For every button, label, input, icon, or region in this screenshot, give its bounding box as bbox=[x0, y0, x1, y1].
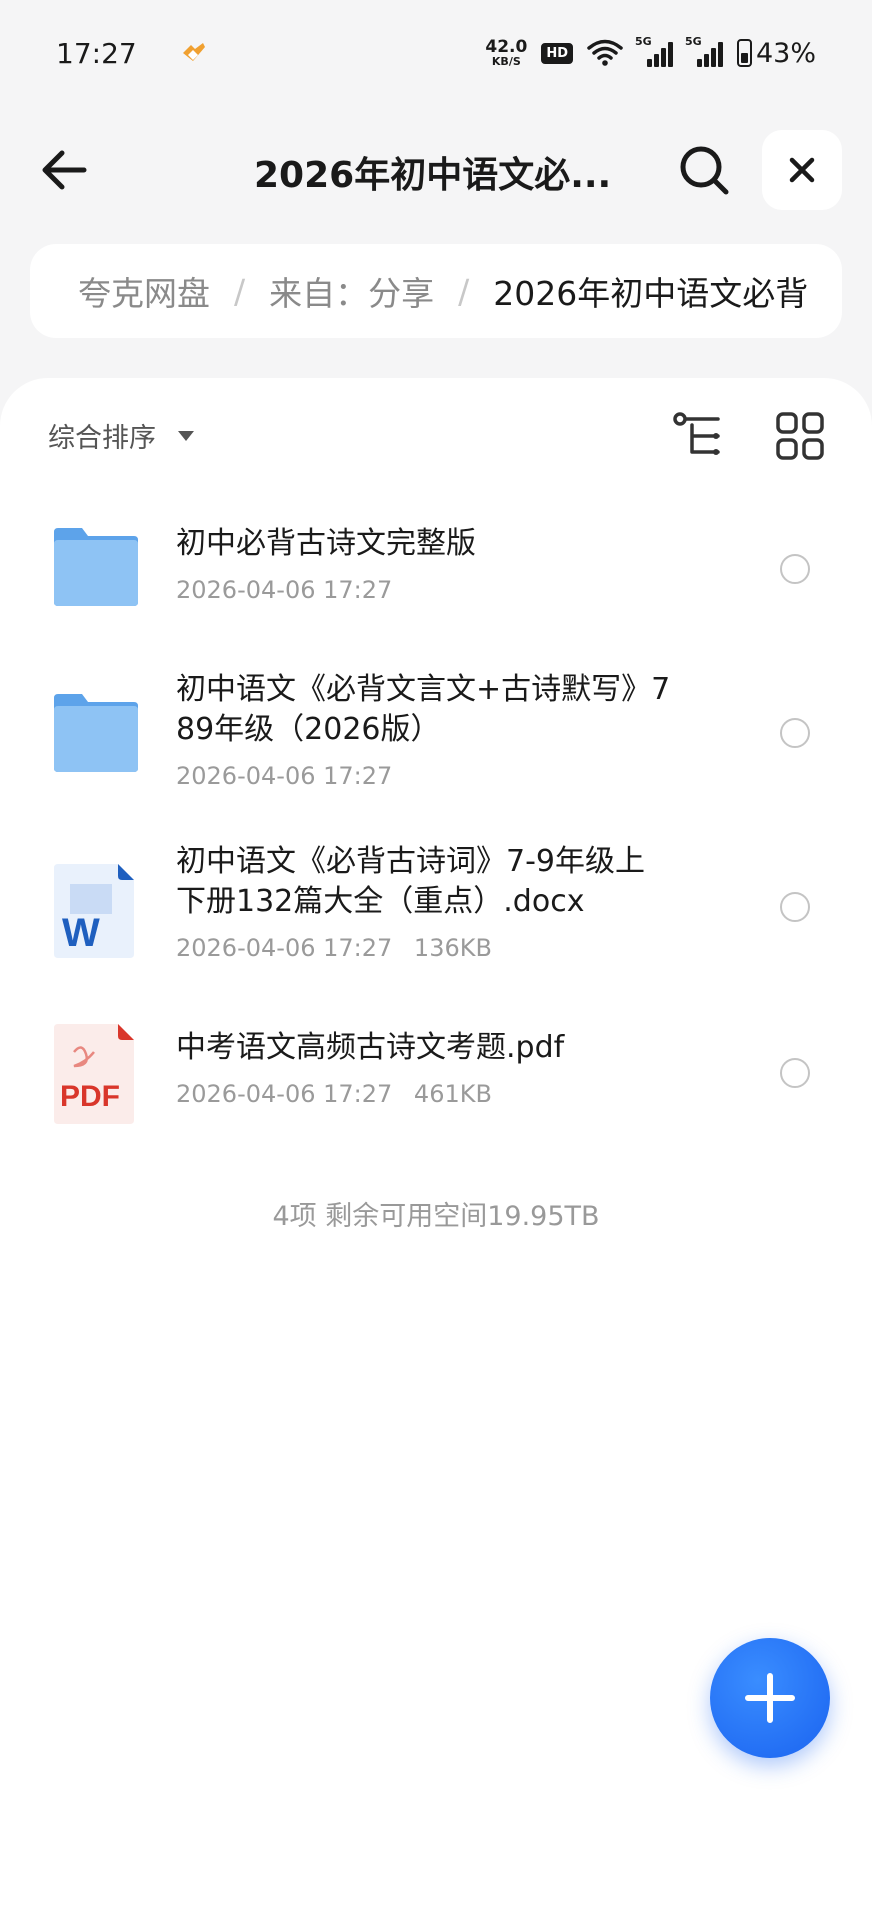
hd-badge: HD bbox=[541, 42, 573, 64]
file-meta: 2026-04-06 17:27 136KB bbox=[176, 934, 492, 962]
net-speed: 42.0 KB/S bbox=[485, 37, 528, 68]
back-button[interactable] bbox=[36, 140, 96, 200]
file-name: 初中语文《必背古诗词》7-9年级上 下册132篇大全（重点）.docx bbox=[176, 844, 645, 919]
sim2-label: 5G bbox=[684, 35, 702, 48]
search-button[interactable] bbox=[674, 140, 734, 200]
status-indicators: 42.0 KB/S HD 5G 5G 43% bbox=[485, 35, 816, 69]
tree-view-icon bbox=[673, 412, 720, 455]
file-date: 2026-04-06 17:27 bbox=[176, 762, 393, 790]
close-button[interactable] bbox=[762, 130, 842, 210]
folder-icon bbox=[54, 528, 138, 606]
breadcrumb: 夸克网盘 / 来自：分享 / 2026年初中语文必背 bbox=[30, 244, 842, 338]
folder-icon bbox=[54, 694, 138, 772]
svg-text:W: W bbox=[62, 911, 100, 955]
file-size: 136KB bbox=[413, 934, 492, 962]
net-speed-value: 42.0 bbox=[485, 37, 528, 57]
tree-view-button[interactable] bbox=[672, 410, 724, 462]
top-bar: 2026年初中语文必... bbox=[0, 118, 872, 222]
pdf-document-icon: PDF bbox=[54, 1024, 134, 1124]
breadcrumb-item-share[interactable]: 来自：分享 bbox=[269, 267, 434, 315]
breadcrumb-item-root[interactable]: 夸克网盘 bbox=[78, 267, 210, 315]
arrow-left-icon bbox=[42, 150, 87, 190]
svg-text:PDF: PDF bbox=[60, 1080, 120, 1113]
caret-down-icon bbox=[178, 430, 194, 441]
search-icon bbox=[680, 146, 729, 195]
wifi-icon bbox=[587, 39, 623, 66]
file-name: 初中语文《必背文言文+古诗默写》7 89年级（2026版） bbox=[176, 672, 671, 747]
battery-icon: 43% bbox=[736, 37, 816, 69]
list-item[interactable]: 初中必背古诗文完整版 2026-04-06 17:27 bbox=[0, 498, 872, 624]
file-name: 初中必背古诗文完整版 bbox=[176, 526, 476, 561]
select-checkbox[interactable] bbox=[780, 554, 810, 584]
breadcrumb-separator: / bbox=[234, 271, 246, 311]
file-meta: 2026-04-06 17:27 bbox=[176, 576, 392, 604]
close-icon bbox=[789, 157, 815, 183]
page-title: 2026年初中语文必... bbox=[254, 155, 612, 196]
signal-sim1-icon: 5G bbox=[635, 35, 673, 67]
plus-icon bbox=[745, 1673, 795, 1723]
breadcrumb-separator: / bbox=[458, 271, 470, 311]
select-checkbox[interactable] bbox=[780, 718, 810, 748]
add-button[interactable] bbox=[710, 1638, 830, 1758]
battery-percent: 43% bbox=[755, 37, 816, 69]
file-date: 2026-04-06 17:27 bbox=[176, 934, 393, 962]
file-meta: 2026-04-06 17:27 bbox=[176, 762, 392, 790]
breadcrumb-item-current: 2026年初中语文必背 bbox=[493, 274, 809, 313]
list-item[interactable]: PDF 中考语文高频古诗文考题.pdf 2026-04-06 17:27 461… bbox=[0, 1016, 872, 1156]
sort-dropdown[interactable]: 综合排序 bbox=[48, 416, 194, 455]
signal-sim2-icon: 5G bbox=[685, 35, 723, 67]
list-item[interactable]: 初中语文《必背文言文+古诗默写》7 89年级（2026版） 2026-04-06… bbox=[0, 668, 872, 818]
file-date: 2026-04-06 17:27 bbox=[176, 1080, 393, 1108]
sim1-label: 5G bbox=[634, 35, 652, 48]
file-name: 中考语文高频古诗文考题.pdf bbox=[176, 1030, 565, 1065]
file-size: 461KB bbox=[413, 1080, 492, 1108]
sort-label: 综合排序 bbox=[48, 423, 156, 454]
word-document-icon: W bbox=[54, 864, 134, 958]
select-checkbox[interactable] bbox=[780, 1058, 810, 1088]
file-date: 2026-04-06 17:27 bbox=[176, 576, 393, 604]
storage-summary: 4项 剩余可用空间19.95TB bbox=[272, 1201, 600, 1232]
status-time: 17:27 bbox=[56, 36, 137, 70]
select-checkbox[interactable] bbox=[780, 892, 810, 922]
net-speed-unit: KB/S bbox=[491, 55, 521, 68]
file-meta: 2026-04-06 17:27 461KB bbox=[176, 1080, 492, 1108]
grid-view-button[interactable] bbox=[774, 410, 826, 462]
list-item[interactable]: W 初中语文《必背古诗词》7-9年级上 下册132篇大全（重点）.docx 20… bbox=[0, 842, 872, 992]
grid-view-icon bbox=[776, 412, 824, 460]
app-notification-icon bbox=[182, 43, 205, 61]
status-bar: 17:27 42.0 KB/S HD 5G 5G 43% bbox=[0, 0, 872, 106]
